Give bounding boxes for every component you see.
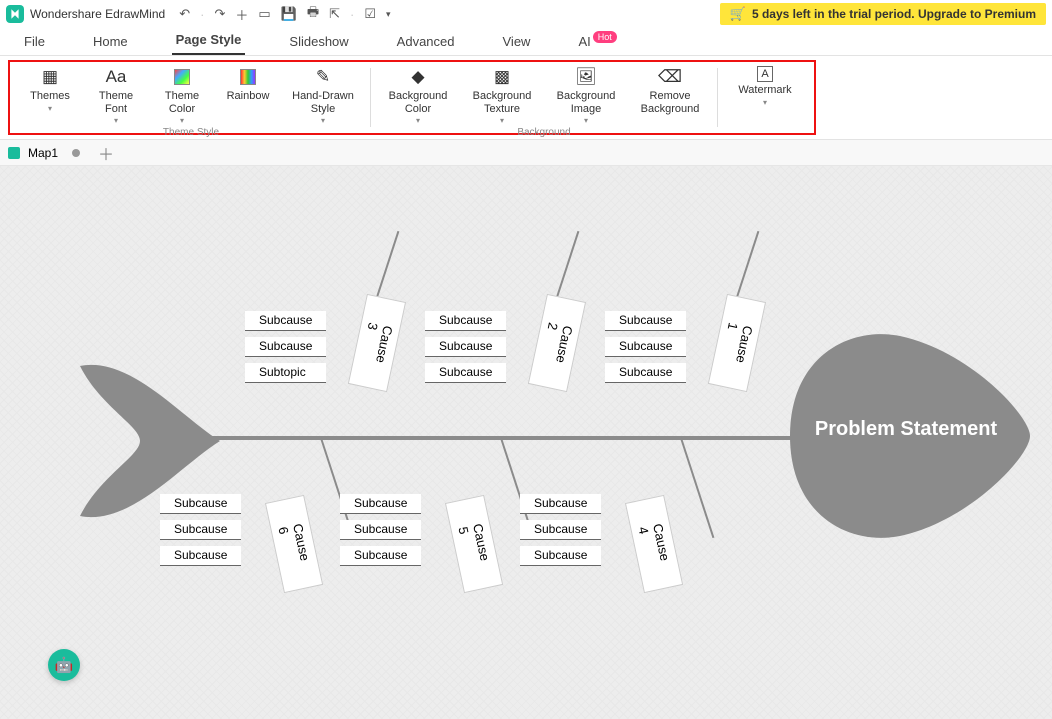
tab-modified-dot (72, 149, 80, 157)
ribbon-sep2 (717, 68, 718, 127)
sub[interactable]: Subcause (520, 546, 601, 566)
sub[interactable]: Subcause (425, 363, 506, 383)
menu-bar: File Home Page Style Slideshow Advanced … (0, 28, 1052, 56)
export-icon[interactable]: ⇱ (329, 6, 340, 22)
watermark-button[interactable]: AWatermark▾ (728, 64, 802, 107)
app-logo (6, 5, 24, 23)
bg-color-button[interactable]: ◆Background Color▾ (381, 64, 455, 125)
menu-advanced[interactable]: Advanced (393, 28, 459, 55)
sub[interactable]: Subcause (425, 337, 506, 357)
doc-icon (8, 147, 20, 159)
document-tabs: Map1 ＋ (0, 140, 1052, 166)
cause6-subs: Subcause Subcause Subcause (160, 494, 241, 566)
sub[interactable]: Subcause (605, 311, 686, 331)
sub[interactable]: Subcause (160, 494, 241, 514)
undo-icon[interactable]: ↶ (179, 6, 190, 22)
cause2-subs: Subcause Subcause Subcause (425, 311, 506, 383)
sub[interactable]: Subcause (245, 311, 326, 331)
menu-home[interactable]: Home (89, 28, 132, 55)
cause4-subs: Subcause Subcause Subcause (520, 494, 601, 566)
problem-statement[interactable]: Problem Statement (806, 418, 1006, 441)
quick-access-toolbar: ↶ · ↷ ＋ ▭ 💾 🖶 ⇱ · ☑ ▾ (179, 3, 390, 25)
sub[interactable]: Subcause (340, 494, 421, 514)
bone-line (680, 438, 714, 538)
menu-ai-label: AI (578, 34, 590, 49)
sub[interactable]: Subcause (245, 337, 326, 357)
color-icon (174, 66, 190, 88)
print-icon[interactable]: 🖶 (307, 3, 319, 25)
remove-icon: ⌫ (658, 66, 682, 88)
ribbon: ▦Themes▾ AaTheme Font▾ Theme Color▾ Rain… (0, 56, 1052, 140)
qat-sep: · (200, 7, 204, 22)
bg-texture-button[interactable]: ▩Background Texture▾ (465, 64, 539, 125)
options-icon[interactable]: ☑ (364, 6, 376, 22)
app-title: Wondershare EdrawMind (30, 7, 165, 21)
cause5-subs: Subcause Subcause Subcause (340, 494, 421, 566)
qat-more-icon[interactable]: ▾ (386, 9, 391, 20)
group-label-bg: Background (517, 127, 570, 138)
cause2-label[interactable]: Cause 2 (528, 294, 586, 392)
menu-ai[interactable]: AIHot (574, 28, 618, 55)
fish-spine (190, 436, 800, 440)
image-icon: 🖼 (575, 66, 597, 88)
theme-font-button[interactable]: AaTheme Font▾ (88, 64, 144, 125)
cause6-label[interactable]: Cause 6 (265, 495, 323, 593)
cause3-subs: Subcause Subcause Subtopic (245, 311, 326, 383)
ribbon-sep (370, 68, 371, 127)
canvas[interactable]: Problem Statement Cause 3 Subcause Subca… (0, 166, 1052, 719)
fishbone-diagram[interactable]: Problem Statement Cause 3 Subcause Subca… (70, 266, 1030, 606)
cause5-label[interactable]: Cause 5 (445, 495, 503, 593)
cart-icon: 🛒 (730, 6, 746, 22)
sub[interactable]: Subcause (160, 520, 241, 540)
sub[interactable]: Subcause (520, 520, 601, 540)
sub[interactable]: Subcause (340, 520, 421, 540)
add-tab-button[interactable]: ＋ (98, 141, 114, 165)
menu-page-style[interactable]: Page Style (172, 26, 246, 55)
theme-color-button[interactable]: Theme Color▾ (154, 64, 210, 125)
font-icon: Aa (106, 66, 127, 88)
sub[interactable]: Subcause (605, 363, 686, 383)
title-bar: Wondershare EdrawMind ↶ · ↷ ＋ ▭ 💾 🖶 ⇱ · … (0, 0, 1052, 28)
sub[interactable]: Subcause (425, 311, 506, 331)
menu-view[interactable]: View (499, 28, 535, 55)
chat-fab[interactable]: 🤖 (48, 649, 80, 681)
menu-slideshow[interactable]: Slideshow (285, 28, 352, 55)
ribbon-group-bg: ◆Background Color▾ ▩Background Texture▾ … (375, 64, 713, 131)
trial-text: 5 days left in the trial period. Upgrade… (752, 7, 1036, 21)
group-label-theme: Theme Style (163, 127, 219, 138)
redo-icon[interactable]: ↷ (214, 6, 225, 22)
cause1-subs: Subcause Subcause Subcause (605, 311, 686, 383)
qat-sep2: · (350, 7, 354, 22)
tab-map1[interactable]: Map1 (28, 146, 58, 160)
new-icon[interactable]: ＋ (235, 5, 248, 24)
cause4-label[interactable]: Cause 4 (625, 495, 683, 593)
cause1-label[interactable]: Cause 1 (708, 294, 766, 392)
cause3-label[interactable]: Cause 3 (348, 294, 406, 392)
rainbow-icon (240, 66, 256, 88)
ribbon-highlight: ▦Themes▾ AaTheme Font▾ Theme Color▾ Rain… (8, 60, 816, 135)
open-icon[interactable]: ▭ (258, 6, 270, 22)
ribbon-group-watermark: AWatermark▾ (722, 64, 808, 131)
grid-icon: ▦ (42, 66, 58, 88)
sub[interactable]: Subcause (340, 546, 421, 566)
sub[interactable]: Subtopic (245, 363, 326, 383)
remove-bg-button[interactable]: ⌫Remove Background (633, 64, 707, 125)
brush-icon: ✎ (316, 66, 330, 88)
sub[interactable]: Subcause (160, 546, 241, 566)
sub[interactable]: Subcause (605, 337, 686, 357)
ribbon-group-theme: ▦Themes▾ AaTheme Font▾ Theme Color▾ Rain… (16, 64, 366, 131)
bg-image-button[interactable]: 🖼Background Image▾ (549, 64, 623, 125)
watermark-icon: A (757, 66, 773, 82)
save-icon[interactable]: 💾 (281, 6, 297, 22)
themes-button[interactable]: ▦Themes▾ (22, 64, 78, 125)
rainbow-button[interactable]: Rainbow (220, 64, 276, 125)
trial-banner[interactable]: 🛒 5 days left in the trial period. Upgra… (720, 3, 1046, 25)
hot-badge: Hot (593, 31, 617, 43)
menu-file[interactable]: File (20, 28, 49, 55)
hand-drawn-button[interactable]: ✎Hand-Drawn Style▾ (286, 64, 360, 125)
sub[interactable]: Subcause (520, 494, 601, 514)
robot-icon: 🤖 (55, 656, 74, 674)
paint-icon: ◆ (411, 66, 424, 88)
texture-icon: ▩ (494, 66, 510, 88)
